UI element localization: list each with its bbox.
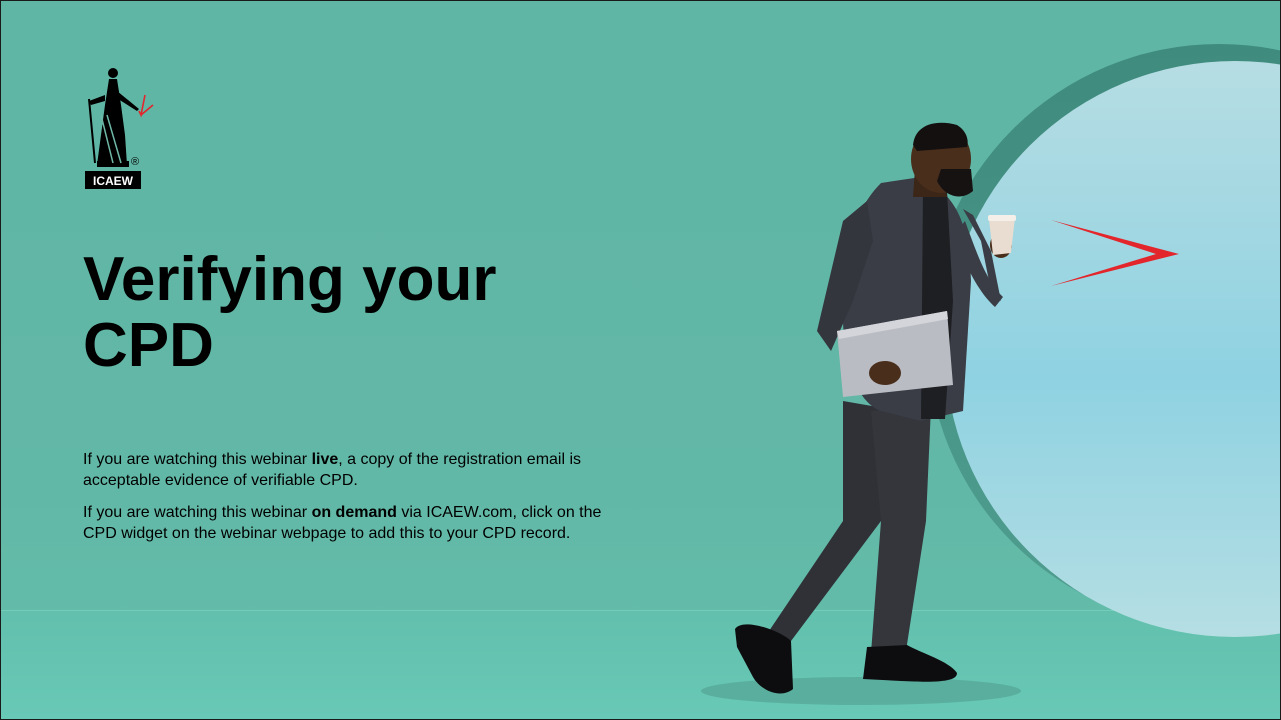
title-line-1: Verifying your <box>83 245 497 314</box>
title-line-2: CPD <box>83 311 214 381</box>
body-text: If you are watching this webinar live, a… <box>83 449 623 555</box>
para1-bold-live: live <box>311 451 339 468</box>
para2-bold-on-demand: on demand <box>311 504 397 521</box>
icaew-wordmark: ICAEW <box>93 174 134 188</box>
paragraph-live: If you are watching this webinar live, a… <box>83 449 623 491</box>
red-scale-mark-icon <box>138 94 154 118</box>
para1-before: If you are watching this webinar <box>83 451 312 468</box>
registered-mark: ® <box>131 156 139 168</box>
paragraph-on-demand: If you are watching this webinar on dema… <box>83 502 623 544</box>
icaew-logo: ® ICAEW <box>85 68 154 189</box>
portal-opening <box>927 44 1280 637</box>
slide: ® ICAEW Verifying your CPD If you are wa… <box>0 0 1281 720</box>
para2-before: If you are watching this webinar <box>83 504 312 521</box>
page-title: Verifying your CPD <box>83 245 643 381</box>
justice-figure-icon <box>88 68 139 167</box>
figure-shadow <box>701 677 1021 705</box>
